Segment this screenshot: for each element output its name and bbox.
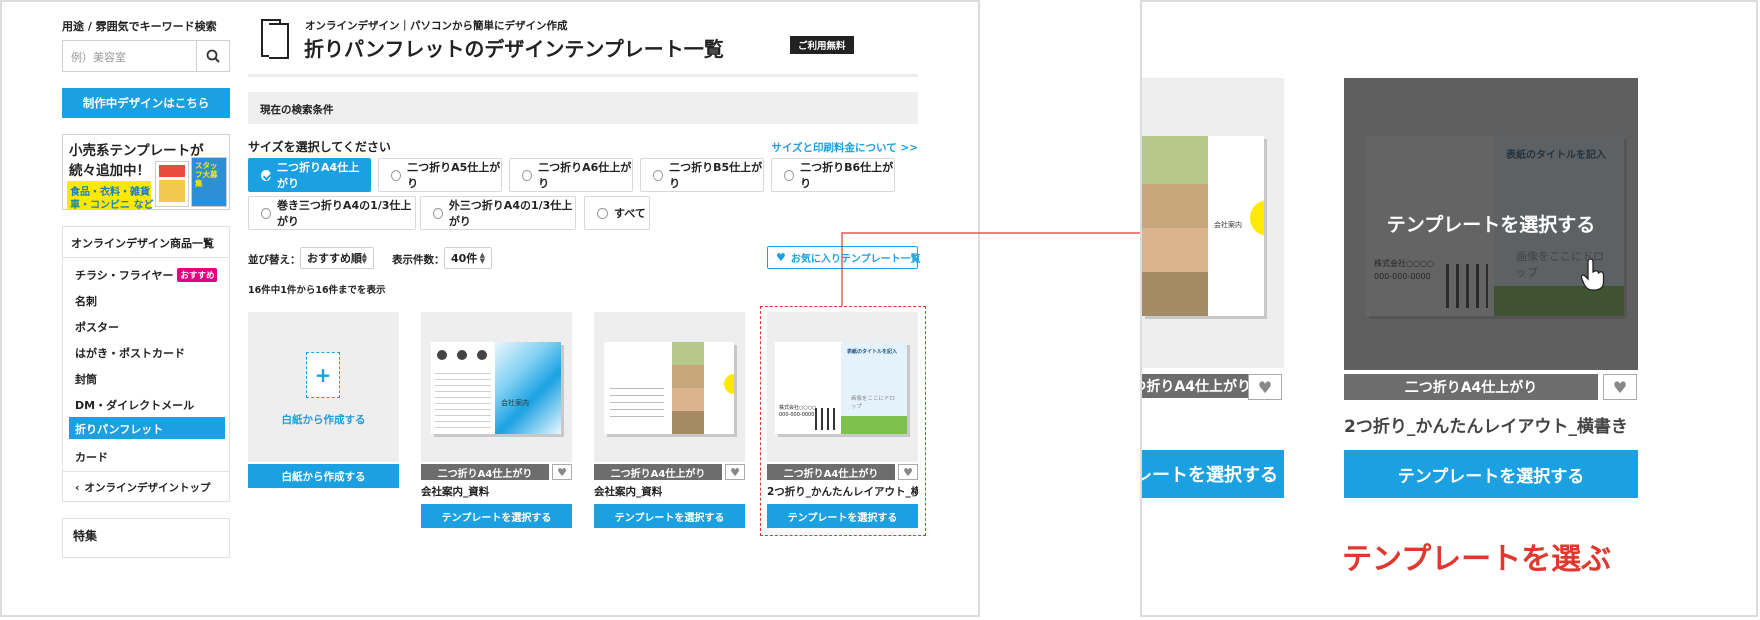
zoom-thumbnail-hover[interactable]: 表紙のタイトルを記入 画像をここにドロップ 株式会社○○○○ 000-000-0… — [1344, 78, 1638, 370]
zoom-select-template-button[interactable]: テンプレートを選択する — [1344, 450, 1638, 498]
zoom-left-size-label: 二つ折りA4仕上がり — [1142, 374, 1257, 398]
zoom-left-thumb: 会社案内 — [1142, 78, 1284, 368]
zoom-left-favorite-toggle[interactable]: ♥ — [1248, 374, 1282, 400]
heart-icon: ♥ — [1257, 377, 1273, 397]
zoom-favorite-toggle[interactable]: ♥ — [1603, 374, 1637, 400]
zoom-size-label: 二つ折りA4仕上がり — [1344, 374, 1598, 400]
hover-overlay-label: テンプレートを選択する — [1386, 214, 1596, 236]
zoom-left-select-button[interactable]: テンプレートを選択する — [1142, 450, 1284, 498]
zoom-caption: テンプレートを選ぶ — [1342, 542, 1612, 577]
heart-icon: ♥ — [1612, 377, 1628, 397]
zoom-card-name: 2つ折り_かんたんレイアウト_横書き — [1344, 417, 1628, 437]
zoom-left-button-text: テンプレートを選択する — [1142, 465, 1278, 486]
zoom-left-size-text: 二つ折りA4仕上がり — [1142, 379, 1251, 395]
pointer-hand-icon — [1580, 258, 1605, 291]
zoom-left-page: 会社案内 — [1142, 136, 1264, 316]
zoom-company-text: 会社案内 — [1214, 221, 1242, 229]
